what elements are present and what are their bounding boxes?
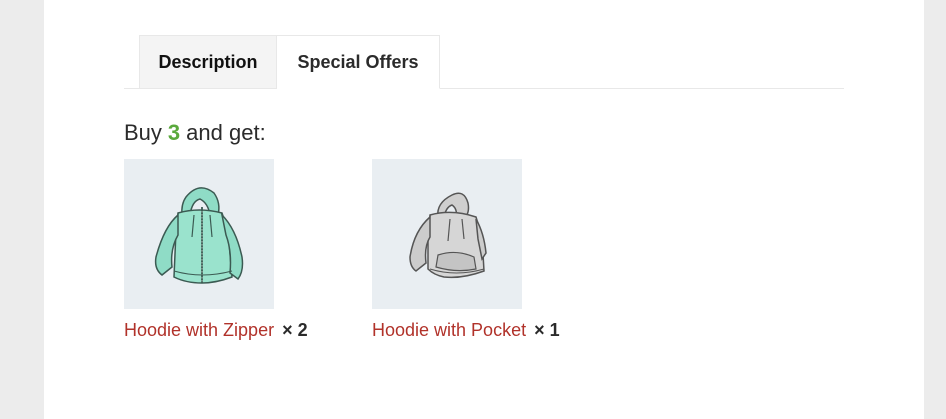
offer-prefix: Buy — [124, 120, 162, 145]
product-caption: Hoodie with Pocket × 1 — [372, 320, 602, 341]
hoodie-zipper-image[interactable] — [124, 159, 274, 309]
offer-product-item: Hoodie with Zipper × 2 — [124, 159, 354, 341]
offer-suffix: and get: — [186, 120, 266, 145]
product-multiplier: × 1 — [534, 320, 560, 340]
hoodie-pocket-image[interactable] — [372, 159, 522, 309]
content-area: Description Special Offers Buy 3 and get: — [44, 0, 924, 419]
tab-special-offers[interactable]: Special Offers — [277, 35, 440, 89]
product-caption: Hoodie with Zipper × 2 — [124, 320, 354, 341]
offer-product-item: Hoodie with Pocket × 1 — [372, 159, 602, 341]
product-tabs: Description Special Offers — [124, 35, 844, 89]
product-link[interactable]: Hoodie with Zipper — [124, 320, 274, 340]
offer-heading: Buy 3 and get: — [124, 120, 266, 146]
offer-quantity: 3 — [167, 120, 181, 145]
product-multiplier: × 2 — [282, 320, 308, 340]
product-link[interactable]: Hoodie with Pocket — [372, 320, 526, 340]
tab-description[interactable]: Description — [139, 35, 277, 88]
